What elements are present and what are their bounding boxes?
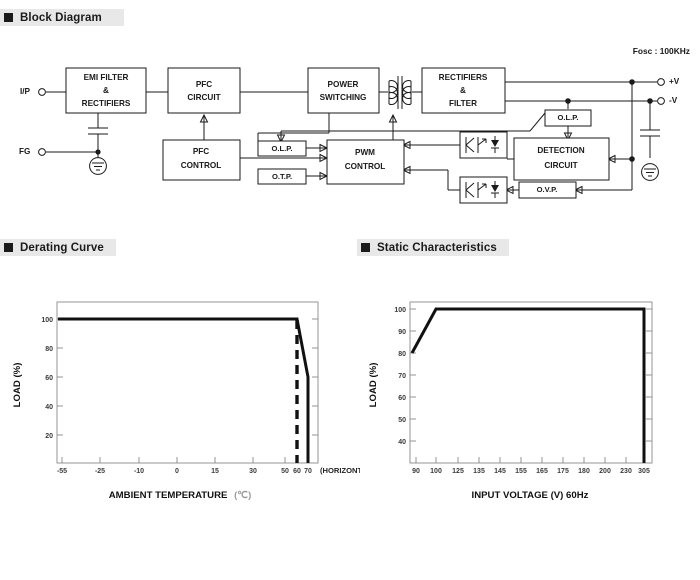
x-axis-title: AMBIENT TEMPERATURE (℃)	[109, 490, 252, 501]
block-label-line: O.L.P.	[558, 113, 579, 122]
block-label-line: RECTIFIERS	[439, 73, 488, 82]
block-label-line: RECTIFIERS	[82, 99, 131, 108]
plot-frame	[56, 301, 319, 464]
y-tick-label: 60	[398, 395, 406, 402]
x-axis-tick-labels: 90 100 125 135 145 155 165 175 180 200 2…	[412, 468, 650, 475]
section-title: Derating Curve	[20, 241, 104, 254]
optocoupler-icon-lower	[459, 176, 508, 204]
y-tick-label: 100	[41, 317, 53, 324]
terminal-label-fg: FG	[19, 147, 30, 156]
x-tick-label: 125	[452, 468, 464, 475]
section-header-derating-curve: Derating Curve	[0, 239, 116, 256]
horizontal-annotation: (HORIZONTAL)	[320, 466, 360, 475]
x-tick-label: 305	[638, 468, 650, 475]
block-label-line: PFC	[196, 80, 212, 89]
x-tick-label: 180	[578, 468, 590, 475]
block-otp: O.T.P.	[257, 168, 307, 185]
y-axis-title: LOAD (%)	[368, 363, 379, 408]
transformer-icon	[388, 76, 412, 109]
x-axis-tick-labels: -55 -25 -10 0 15 30 50 60 70	[57, 468, 312, 475]
y-axis-tick-labels: 100 90 80 70 60 50 40	[394, 307, 406, 446]
block-label-line: O.T.P.	[272, 172, 292, 181]
y-tick-label: 40	[45, 404, 53, 411]
terminal-ip: I/P	[20, 87, 46, 96]
block-label-line: &	[460, 86, 466, 95]
y-axis-title: LOAD (%)	[12, 363, 23, 408]
terminal-label-ip: I/P	[20, 87, 31, 96]
block-pfc-circuit: PFC CIRCUIT	[167, 67, 241, 114]
x-tick-label: 90	[412, 468, 420, 475]
fosc-note: Fosc : 100KHz	[633, 46, 690, 56]
y-tick-label: 40	[398, 439, 406, 446]
terminal-fg: FG	[19, 147, 46, 156]
block-label-line: EMI FILTER	[84, 73, 129, 82]
block-label-line: SWITCHING	[320, 93, 367, 102]
block-pfc-control: PFC CONTROL	[162, 139, 241, 181]
block-label-line: CIRCUIT	[187, 93, 220, 102]
block-label-line: CIRCUIT	[544, 161, 577, 170]
block-detection-circuit: DETECTION CIRCUIT	[513, 137, 610, 181]
block-label-line: PWM	[355, 148, 375, 157]
terminal-vplus: +V	[657, 77, 680, 86]
y-axis-tick-labels: 100 80 60 40 20	[41, 317, 53, 440]
derating-curve-chart: 100 80 60 40 20 -55 -25 -10 0 15 30 50 6…	[0, 260, 360, 520]
x-tick-label: 30	[249, 468, 257, 475]
block-label-line: &	[103, 86, 109, 95]
x-tick-label: 230	[620, 468, 632, 475]
block-olp-left: O.L.P.	[257, 140, 307, 157]
block-label-line: PFC	[193, 147, 209, 156]
block-label-line: POWER	[328, 80, 359, 89]
block-label-line: CONTROL	[181, 161, 221, 170]
optocoupler-icon-upper	[459, 131, 508, 159]
block-diagram: Fosc : 100KHz I/P FG +V -V EMI FILTER & …	[0, 0, 700, 230]
y-tick-label: 60	[45, 375, 53, 382]
block-ovp: O.V.P.	[518, 181, 577, 199]
block-label-line: DETECTION	[537, 146, 584, 155]
block-label-line: FILTER	[449, 99, 477, 108]
block-label-line: CONTROL	[345, 162, 385, 171]
x-tick-label: 0	[175, 468, 179, 475]
y-tick-label: 50	[398, 417, 406, 424]
block-label-line: O.V.P.	[537, 185, 558, 194]
x-tick-label: 155	[515, 468, 527, 475]
plot-frame	[409, 301, 653, 464]
y-tick-label: 80	[45, 346, 53, 353]
square-bullet-icon	[4, 243, 13, 252]
terminal-vminus: -V	[657, 96, 678, 105]
x-tick-label: 200	[599, 468, 611, 475]
x-tick-label: 145	[494, 468, 506, 475]
x-tick-label: 165	[536, 468, 548, 475]
x-axis-title-text: AMBIENT TEMPERATURE	[109, 490, 228, 501]
y-tick-label: 70	[398, 373, 406, 380]
x-tick-label: -55	[57, 468, 67, 475]
terminal-label-vminus: -V	[669, 96, 678, 105]
square-bullet-icon	[361, 243, 370, 252]
x-tick-label: 135	[473, 468, 485, 475]
x-tick-label: -25	[95, 468, 105, 475]
y-tick-label: 100	[394, 307, 406, 314]
x-axis-title-unit: (℃)	[234, 490, 251, 501]
block-label-line: O.L.P.	[272, 144, 293, 153]
x-tick-label: 50	[281, 468, 289, 475]
x-tick-label: -10	[134, 468, 144, 475]
section-title: Static Characteristics	[377, 241, 497, 254]
x-axis-title: INPUT VOLTAGE (V) 60Hz	[472, 490, 589, 501]
block-olp-right: O.L.P.	[544, 109, 592, 127]
x-tick-label: 60	[293, 468, 301, 475]
x-tick-label: 100	[430, 468, 442, 475]
block-pwm-control: PWM CONTROL	[326, 139, 405, 185]
terminal-label-vplus: +V	[669, 77, 680, 86]
x-tick-label: 175	[557, 468, 569, 475]
block-power-switching: POWER SWITCHING	[307, 67, 380, 114]
y-tick-label: 20	[45, 433, 53, 440]
section-header-static-characteristics: Static Characteristics	[357, 239, 509, 256]
y-tick-label: 80	[398, 351, 406, 358]
block-emi-filter-rectifiers: EMI FILTER & RECTIFIERS	[65, 67, 147, 114]
x-tick-label: 70	[304, 468, 312, 475]
static-characteristics-chart: 100 90 80 70 60 50 40 90 100 125 135 145…	[360, 260, 700, 520]
y-tick-label: 90	[398, 329, 406, 336]
x-tick-label: 15	[211, 468, 219, 475]
block-rectifiers-filter: RECTIFIERS & FILTER	[421, 67, 506, 114]
